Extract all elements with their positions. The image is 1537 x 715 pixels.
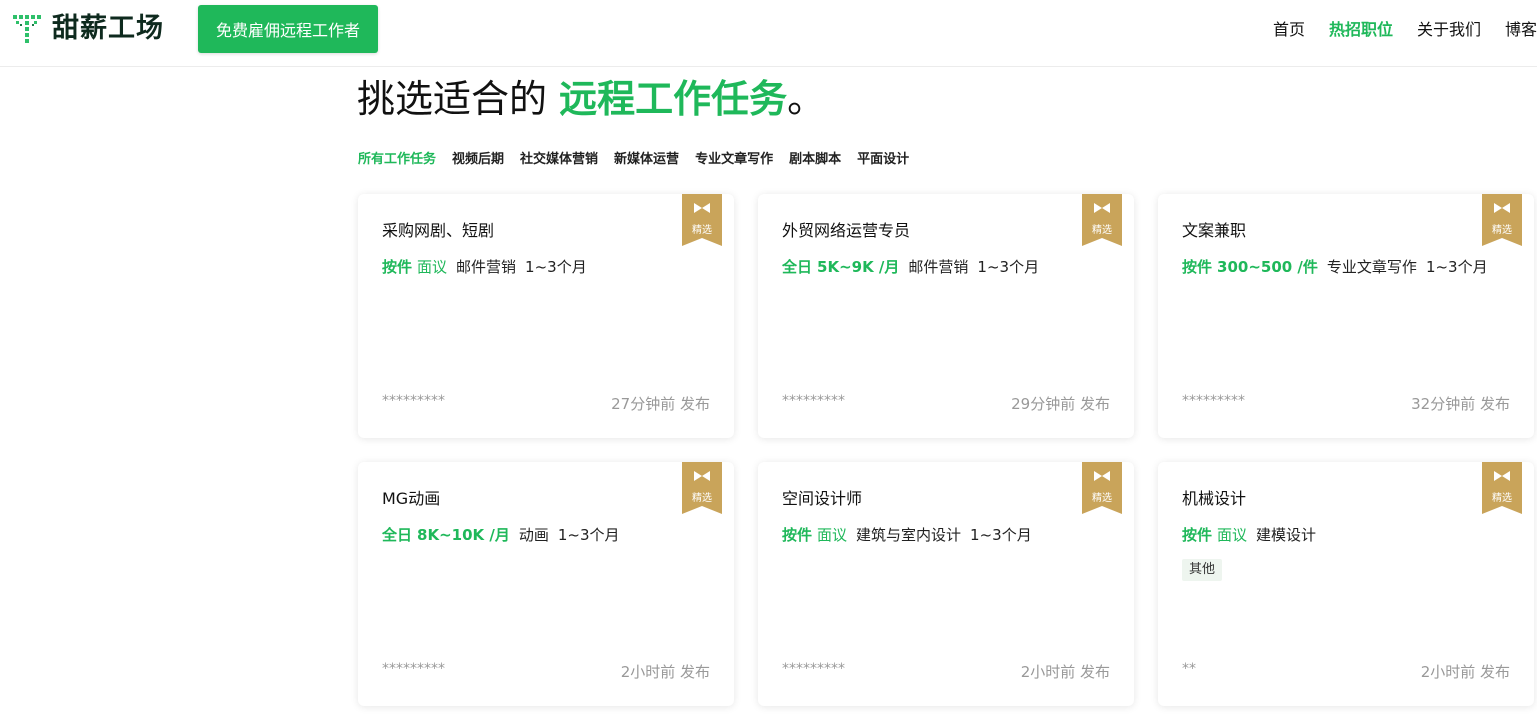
category-all[interactable]: 所有工作任务	[358, 150, 436, 170]
job-tag: 其他	[1182, 559, 1223, 581]
job-type: 按件	[782, 526, 813, 544]
nav-item-hot-jobs[interactable]: 热招职位	[1329, 17, 1393, 43]
job-client: **	[1182, 661, 1196, 677]
logo-text: 甜薪工场	[52, 13, 164, 44]
category-social-media[interactable]: 社交媒体营销	[520, 150, 598, 170]
job-pay: 面议	[1217, 526, 1248, 544]
job-posted-time: 2小时前 发布	[1420, 663, 1510, 681]
featured-label: 精选	[1092, 225, 1112, 236]
job-title[interactable]: 文案兼职	[1182, 220, 1246, 242]
category-filters: 所有工作任务 视频后期 社交媒体营销 新媒体运营 专业文章写作 剧本脚本 平面设…	[358, 150, 925, 170]
job-card[interactable]: 精选 采购网剧、短剧 按件 面议 邮件营销 1~3个月 ********* 27…	[358, 194, 734, 438]
featured-label: 精选	[1492, 493, 1512, 504]
job-title[interactable]: 采购网剧、短剧	[382, 220, 494, 242]
featured-label: 精选	[1492, 225, 1512, 236]
featured-badge: 精选	[682, 194, 722, 246]
job-posted-time: 2小时前 发布	[620, 663, 710, 681]
page-title-accent: 远程工作任务	[559, 77, 788, 121]
job-posted-time: 27分钟前 发布	[611, 395, 710, 413]
featured-badge: 精选	[1082, 194, 1122, 246]
job-type: 全日	[382, 526, 413, 544]
job-posted-time: 32分钟前 发布	[1411, 395, 1510, 413]
job-type: 按件	[1182, 526, 1213, 544]
job-duration: 1~3个月	[557, 526, 620, 544]
featured-badge: 精选	[1482, 194, 1522, 246]
page-title-prefix: 挑选适合的	[357, 77, 548, 121]
job-meta: 按件 面议 建筑与室内设计 1~3个月	[782, 524, 1032, 546]
job-duration: 1~3个月	[525, 258, 587, 276]
job-duration: 1~3个月	[970, 526, 1032, 544]
job-client: *********	[382, 661, 445, 677]
job-meta: 按件 300~500 /件 专业文章写作 1~3个月	[1182, 256, 1488, 278]
category-graphic-design[interactable]: 平面设计	[857, 150, 909, 170]
main-nav: 首页 热招职位 关于我们 博客	[1249, 17, 1537, 43]
page-title: 挑选适合的 远程工作任务。	[357, 74, 825, 124]
site-logo[interactable]: 甜薪工场	[12, 12, 164, 46]
job-client: *********	[1182, 393, 1245, 409]
job-type: 按件	[382, 258, 413, 276]
top-header: 甜薪工场 免费雇佣远程工作者 首页 热招职位 关于我们 博客	[0, 0, 1537, 67]
job-type: 全日	[782, 258, 813, 276]
job-title[interactable]: 外贸网络运营专员	[782, 220, 910, 242]
nav-item-about[interactable]: 关于我们	[1417, 17, 1481, 43]
job-type: 按件	[1182, 258, 1213, 276]
category-script[interactable]: 剧本脚本	[789, 150, 841, 170]
job-pay: 300~500 /件	[1217, 258, 1318, 276]
job-duration: 1~3个月	[1425, 258, 1488, 276]
job-category: 专业文章写作	[1326, 258, 1417, 276]
job-meta: 全日 5K~9K /月 邮件营销 1~3个月	[782, 256, 1039, 278]
job-posted-time: 2小时前 发布	[1020, 663, 1110, 681]
job-client: *********	[782, 661, 845, 677]
job-pay: 面议	[817, 526, 848, 544]
job-meta: 按件 面议 邮件营销 1~3个月	[382, 256, 587, 278]
job-client: *********	[382, 393, 445, 409]
job-title[interactable]: 机械设计	[1182, 488, 1246, 510]
job-title[interactable]: 空间设计师	[782, 488, 862, 510]
job-duration: 1~3个月	[977, 258, 1040, 276]
category-video-post[interactable]: 视频后期	[452, 150, 504, 170]
logo-icon	[13, 15, 41, 43]
page-title-suffix: 。	[787, 77, 826, 121]
job-client: *********	[782, 393, 845, 409]
hire-remote-worker-button[interactable]: 免费雇佣远程工作者	[198, 5, 378, 53]
job-card[interactable]: 精选 外贸网络运营专员 全日 5K~9K /月 邮件营销 1~3个月 *****…	[758, 194, 1134, 438]
job-category: 邮件营销	[908, 258, 969, 276]
job-pay: 8K~10K /月	[417, 526, 510, 544]
featured-badge: 精选	[1082, 462, 1122, 514]
job-card[interactable]: 精选 文案兼职 按件 300~500 /件 专业文章写作 1~3个月 *****…	[1158, 194, 1534, 438]
job-pay: 5K~9K /月	[817, 258, 900, 276]
featured-label: 精选	[1092, 493, 1112, 504]
job-card[interactable]: 精选 MG动画 全日 8K~10K /月 动画 1~3个月 ********* …	[358, 462, 734, 706]
job-meta: 按件 面议 建模设计	[1182, 524, 1325, 546]
job-card[interactable]: 精选 空间设计师 按件 面议 建筑与室内设计 1~3个月 ********* 2…	[758, 462, 1134, 706]
job-category: 建筑与室内设计	[856, 526, 962, 544]
nav-item-blog[interactable]: 博客	[1505, 17, 1537, 43]
category-article-writing[interactable]: 专业文章写作	[695, 150, 773, 170]
job-category: 邮件营销	[456, 258, 517, 276]
featured-label: 精选	[692, 225, 712, 236]
category-new-media[interactable]: 新媒体运营	[614, 150, 679, 170]
job-pay: 面议	[417, 258, 448, 276]
job-title[interactable]: MG动画	[382, 488, 440, 510]
featured-badge: 精选	[1482, 462, 1522, 514]
featured-label: 精选	[692, 493, 712, 504]
job-category: 动画	[518, 526, 549, 544]
job-posted-time: 29分钟前 发布	[1011, 395, 1110, 413]
job-category: 建模设计	[1256, 526, 1317, 544]
featured-badge: 精选	[682, 462, 722, 514]
nav-item-home[interactable]: 首页	[1273, 17, 1305, 43]
job-meta: 全日 8K~10K /月 动画 1~3个月	[382, 524, 620, 546]
job-card[interactable]: 精选 机械设计 按件 面议 建模设计 其他 ** 2小时前 发布	[1158, 462, 1534, 706]
